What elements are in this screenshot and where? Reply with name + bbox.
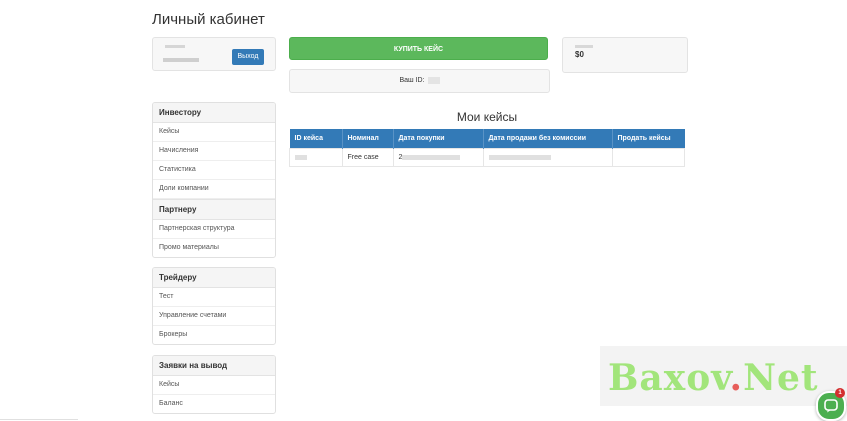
menu-head-trader: Трейдеру [153,268,275,288]
page-title: Личный кабинет [152,11,265,28]
case-id-blurred [295,154,307,160]
cases-title: Мои кейсы [456,110,518,124]
menu-group-trader: Трейдеру Тест Управление счетами Брокеры [152,267,276,345]
sidebar-item-accruals[interactable]: Начисления [153,142,275,161]
sidebar-item-promo-materials[interactable]: Промо материалы [153,239,275,257]
sidebar-item-test[interactable]: Тест [153,288,275,307]
cell-sale-date [482,148,613,167]
sidebar-item-company-shares[interactable]: Доли компании [153,180,275,199]
watermark-dot: . [729,357,744,399]
watermark-suffix: Net [743,357,819,399]
balance-value: $0 [575,50,584,59]
cases-table: ID кейса Номинал Дата покупки Дата прода… [289,129,685,167]
user-name-blurred [163,58,199,62]
col-purchase-date: Дата покупки [393,129,484,149]
buy-case-button[interactable]: КУПИТЬ КЕЙС [289,37,548,60]
cell-purchase-date: 2 [392,148,484,167]
purchase-date-blurred [402,154,461,160]
sidebar-item-partner-structure[interactable]: Партнерская структура [153,220,275,239]
bottom-divider [0,419,78,420]
chat-notification-badge: 1 [835,388,845,398]
col-nominal: Номинал [342,129,394,149]
col-sell-cases: Продать кейсы [612,129,685,149]
table-header-row: ID кейса Номинал Дата покупки Дата прода… [289,129,685,149]
sidebar-item-account-management[interactable]: Управление счетами [153,307,275,326]
watermark-logo: Baxov.Net [608,357,819,399]
col-case-id: ID кейса [289,129,343,149]
col-sale-date: Дата продажи без комиссии [483,129,613,149]
sale-date-blurred [488,154,551,160]
sidebar-item-cases[interactable]: Кейсы [153,123,275,142]
cell-case-id [289,148,343,167]
table-row: Free case 2 [289,148,685,167]
menu-group-withdrawals: Заявки на вывод Кейсы Баланс [152,355,276,414]
menu-head-partner: Партнеру [153,199,275,220]
sidebar-item-brokers[interactable]: Брокеры [153,326,275,344]
menu-head-withdrawals: Заявки на вывод [153,356,275,376]
user-id-box: Ваш ID: [289,69,550,93]
cell-sell-case [611,148,685,167]
balance-box: $0 [562,37,688,73]
menu-group-investor: Инвестору Кейсы Начисления Статистика До… [152,102,276,258]
user-id-label: Ваш ID: [399,77,425,84]
cell-nominal: Free case [341,148,394,167]
balance-label-blurred [575,45,593,48]
chat-icon [824,399,838,413]
logout-button[interactable]: Выход [232,49,264,65]
user-label-blurred [165,45,185,48]
menu-head-investor: Инвестору [153,103,275,123]
watermark-main: Baxov [608,357,730,399]
sidebar-item-withdraw-balance[interactable]: Баланс [153,395,275,413]
sidebar-item-withdraw-cases[interactable]: Кейсы [153,376,275,395]
user-box: Выход [152,37,276,71]
sidebar-item-statistics[interactable]: Статистика [153,161,275,180]
user-id-value-blurred [427,76,440,84]
